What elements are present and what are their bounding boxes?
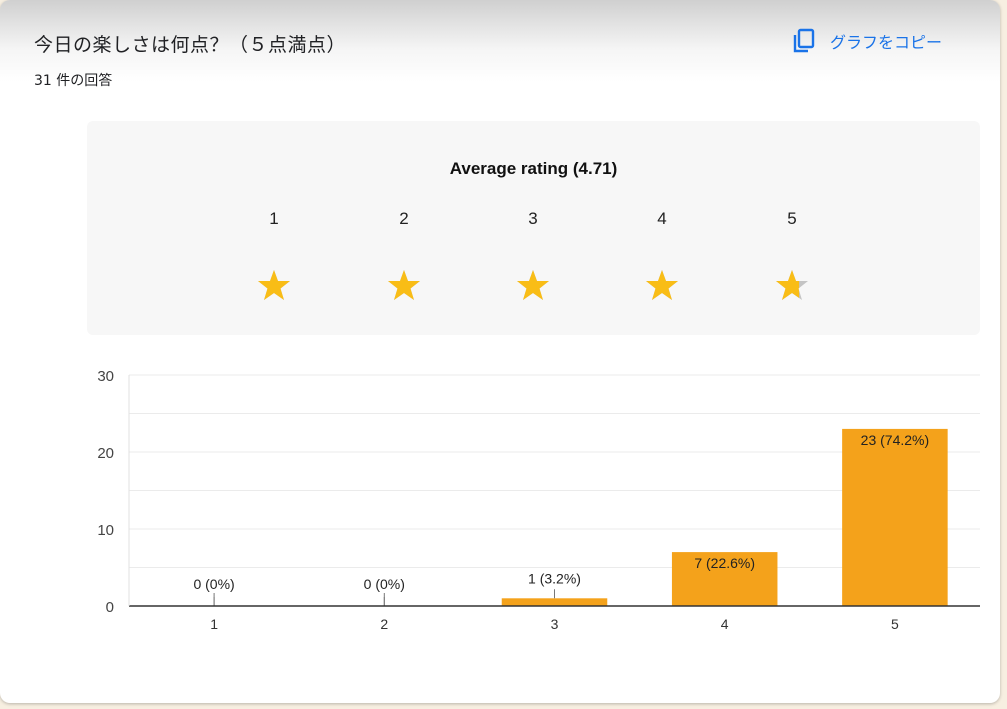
copy-chart-label: グラフをコピー <box>830 33 943 52</box>
star-number: 2 <box>399 209 409 228</box>
data-label: 0 (0%) <box>193 576 234 592</box>
bar-3 <box>501 598 608 606</box>
x-tick-label: 4 <box>721 616 729 632</box>
data-label: 1 (3.2%) <box>528 570 581 586</box>
star-number: 1 <box>269 209 279 228</box>
star-icon <box>646 270 678 300</box>
star-icon <box>258 270 290 300</box>
star-item-1: 1 <box>254 209 294 301</box>
star-icon <box>388 270 420 300</box>
data-label: 0 (0%) <box>364 576 405 592</box>
star-number: 4 <box>657 209 667 228</box>
copy-icon <box>793 28 815 53</box>
response-count: 31 件の回答 <box>34 73 113 89</box>
question-title: 今日の楽しさは何点？（５点満点） <box>34 34 347 56</box>
bar-chart: 0 10 20 30 0 (0%) 1 0 (0%) 2 1 (3.2%) 3 7 (22.6%) 4… <box>0 355 1000 649</box>
x-tick-label: 3 <box>551 616 559 632</box>
star-number: 5 <box>787 209 797 228</box>
average-rating-panel: Average rating (4.71) 1 2 3 4 5 <box>87 121 980 335</box>
x-tick-label: 5 <box>891 616 899 632</box>
y-tick-label: 10 <box>97 522 114 539</box>
y-tick-label: 20 <box>97 445 114 462</box>
star-item-4: 4 <box>642 209 682 301</box>
star-icon <box>517 270 549 300</box>
star-number: 3 <box>528 209 538 228</box>
bar-chart-svg: 0 10 20 30 0 (0%) 1 0 (0%) 2 1 (3.2%) 3 7 (22.6%) 4… <box>97 368 980 632</box>
y-tick-label: 0 <box>106 599 114 616</box>
x-tick-label: 1 <box>210 616 218 632</box>
summary-card: 今日の楽しさは何点？（５点満点） 31 件の回答 グラフをコピー Average… <box>0 0 1000 703</box>
copy-chart-button[interactable]: グラフをコピー <box>792 26 942 56</box>
data-label: 7 (22.6%) <box>694 555 755 571</box>
average-rating-title: Average rating (4.71) <box>449 159 618 178</box>
star-item-3: 3 <box>513 209 553 301</box>
bar-5 <box>842 428 948 606</box>
data-label: 23 (74.2%) <box>861 432 929 448</box>
star-item-2: 2 <box>384 209 424 301</box>
x-tick-label: 2 <box>380 616 388 632</box>
y-tick-label: 30 <box>97 368 114 385</box>
star-item-5: 5 <box>772 209 812 301</box>
star-icon <box>776 270 808 300</box>
